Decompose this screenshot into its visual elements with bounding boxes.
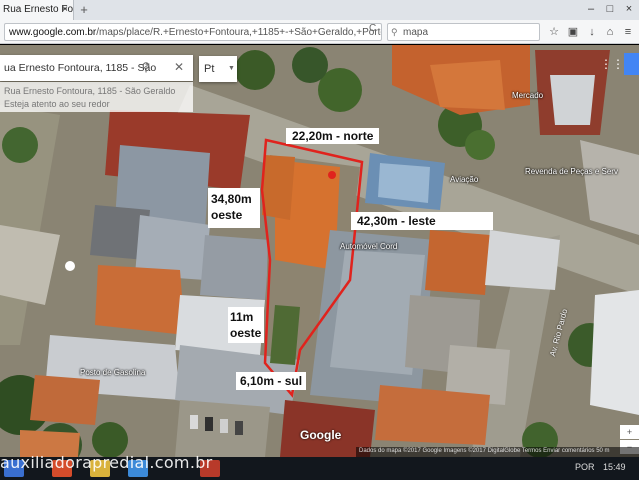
search-icon[interactable]: ⚲ [139,60,153,74]
url-path: /maps/place/R.+Ernesto+Fontoura,+1185+-+… [96,27,381,38]
maps-result-panel[interactable]: Rua Ernesto Fontoura, 1185 - São Geraldo… [0,82,193,112]
sign-in-button[interactable] [624,53,639,75]
google-logo: Google [300,428,342,442]
place-label[interactable]: Aviação [450,175,478,184]
watermark: auxiliadorapredial.com.br [0,453,213,472]
label-north: 22,20m - norte [286,128,380,144]
tray-language[interactable]: POR [575,462,595,472]
minimize-button[interactable]: – [582,2,600,16]
label-west-1: 34,80m oeste [208,188,260,228]
location-pin-icon [328,171,336,179]
menu-icon[interactable]: ≡ [621,25,635,39]
close-window-button[interactable]: × [620,2,638,16]
star-icon[interactable]: ☆ [547,25,561,39]
language-value: Pt [204,63,215,75]
url-domain: www.google.com.br [9,27,97,38]
magnifier-icon: ⚲ [391,27,398,37]
download-icon[interactable]: ↓ [585,25,599,39]
satellite-map[interactable]: Posto de Gasolina Mercado Revenda de Peç… [0,45,639,457]
maps-search-value: ua Ernesto Fontoura, 1185 - São [4,62,157,74]
tray-clock[interactable]: 15:49 [603,462,626,472]
browser-search-input[interactable]: ⚲ mapa [387,23,540,41]
maps-search-input[interactable]: ua Ernesto Fontoura, 1185 - São [0,55,193,81]
maximize-button[interactable]: □ [601,2,619,16]
chevron-down-icon: ▼ [228,65,235,72]
place-label[interactable]: Automóvel Cord [340,242,397,251]
zoom-in-button[interactable]: + [620,425,639,439]
label-west-2: 11m oeste [228,307,264,343]
navigation-bar: www.google.com.br/maps/place/R.+Ernesto+… [0,20,639,44]
tab-close-icon[interactable]: × [59,4,71,16]
reload-icon[interactable]: C [369,23,379,35]
close-icon[interactable]: ✕ [172,60,186,74]
map-footer[interactable]: Dados do mapa ©2017 Google Imagens ©2017… [356,447,639,457]
clipboard-icon[interactable]: ▣ [566,25,580,39]
tab-bar: Rua Ernesto Fontoura, 1185 - × + – □ × [0,0,639,20]
place-label[interactable]: Posto de Gasolina [80,368,145,377]
browser-search-value: mapa [403,27,429,38]
place-label[interactable]: Revenda de Peças e Serv [525,167,618,176]
home-icon[interactable]: ⌂ [603,25,617,39]
result-note: Esteja atento ao seu redor [4,99,110,109]
grid-icon[interactable]: ⋮⋮ [600,57,624,71]
place-marker-icon[interactable] [65,261,75,271]
address-bar[interactable]: www.google.com.br/maps/place/R.+Ernesto+… [4,23,382,41]
label-south: 6,10m - sul [236,372,306,390]
place-label[interactable]: Mercado [512,91,543,100]
result-address: Rua Ernesto Fontoura, 1185 - São Geraldo [4,86,176,96]
new-tab-button[interactable]: + [77,3,91,17]
label-east: 42,30m - leste [351,212,493,230]
